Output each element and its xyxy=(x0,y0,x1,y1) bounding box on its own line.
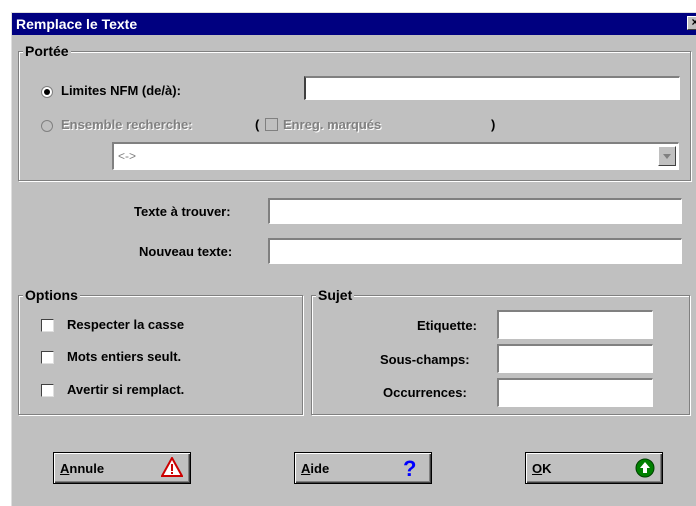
ensemble-combo-value: <-> xyxy=(118,149,137,163)
etiquette-input[interactable] xyxy=(497,310,653,339)
radio-limites-label: Limites NFM (de/à): xyxy=(61,83,181,98)
sous-champs-input[interactable] xyxy=(497,344,653,373)
go-up-icon xyxy=(635,458,655,478)
enreg-marques-label: Enreg. marqués xyxy=(283,117,382,132)
annule-button-label: Annule xyxy=(60,461,105,476)
nouveau-texte-input[interactable] xyxy=(268,238,682,264)
ok-button-label: OK xyxy=(532,461,552,476)
portee-legend: Portée xyxy=(23,43,71,59)
options-group: Options Respecter la casse Mots entiers … xyxy=(18,287,303,415)
texte-trouver-label: Texte à trouver: xyxy=(134,204,231,219)
ensemble-combo[interactable]: <-> xyxy=(112,142,679,170)
window-title: Remplace le Texte xyxy=(16,16,138,32)
sous-champs-label: Sous-champs: xyxy=(380,352,470,367)
etiquette-label: Etiquette: xyxy=(417,318,477,333)
respecter-casse-label: Respecter la casse xyxy=(67,317,185,332)
annule-button[interactable]: Annule xyxy=(53,452,191,484)
avertir-remplact-checkbox[interactable] xyxy=(41,384,54,397)
sujet-legend: Sujet xyxy=(316,287,355,303)
replace-text-dialog: Remplace le Texte × Portée Limites NFM (… xyxy=(11,12,696,506)
mots-entiers-label: Mots entiers seult. xyxy=(67,349,182,364)
title-bar[interactable]: Remplace le Texte × xyxy=(12,13,696,35)
limites-nfm-input[interactable] xyxy=(304,76,680,100)
aide-button-label: Aide xyxy=(301,461,330,476)
portee-group: Portée Limites NFM (de/à): Ensemble rech… xyxy=(18,43,691,181)
occurrences-label: Occurrences: xyxy=(383,385,467,400)
paren-close: ) xyxy=(491,117,496,132)
help-icon: ? xyxy=(403,456,416,480)
radio-ensemble-label: Ensemble recherche: xyxy=(61,117,193,132)
options-legend: Options xyxy=(23,287,80,303)
paren-open: ( xyxy=(255,117,260,132)
nouveau-texte-label: Nouveau texte: xyxy=(139,244,233,259)
occurrences-input[interactable] xyxy=(497,378,653,407)
texte-trouver-input[interactable] xyxy=(268,198,682,224)
close-button[interactable]: × xyxy=(687,16,696,30)
respecter-casse-checkbox[interactable] xyxy=(41,319,54,332)
close-icon: × xyxy=(691,15,696,29)
radio-ensemble-recherche[interactable] xyxy=(41,120,53,132)
chevron-down-icon[interactable] xyxy=(658,146,676,166)
ok-button[interactable]: OK xyxy=(525,452,663,484)
mots-entiers-checkbox[interactable] xyxy=(41,351,54,364)
svg-text:?: ? xyxy=(403,456,416,480)
radio-limites-nfm[interactable] xyxy=(41,86,53,98)
aide-button[interactable]: Aide ? xyxy=(294,452,432,484)
warning-icon xyxy=(161,457,183,477)
enreg-marques-checkbox[interactable] xyxy=(265,118,278,131)
avertir-remplact-label: Avertir si remplact. xyxy=(67,382,185,397)
sujet-group: Sujet Etiquette: Sous-champs: Occurrence… xyxy=(311,287,690,415)
